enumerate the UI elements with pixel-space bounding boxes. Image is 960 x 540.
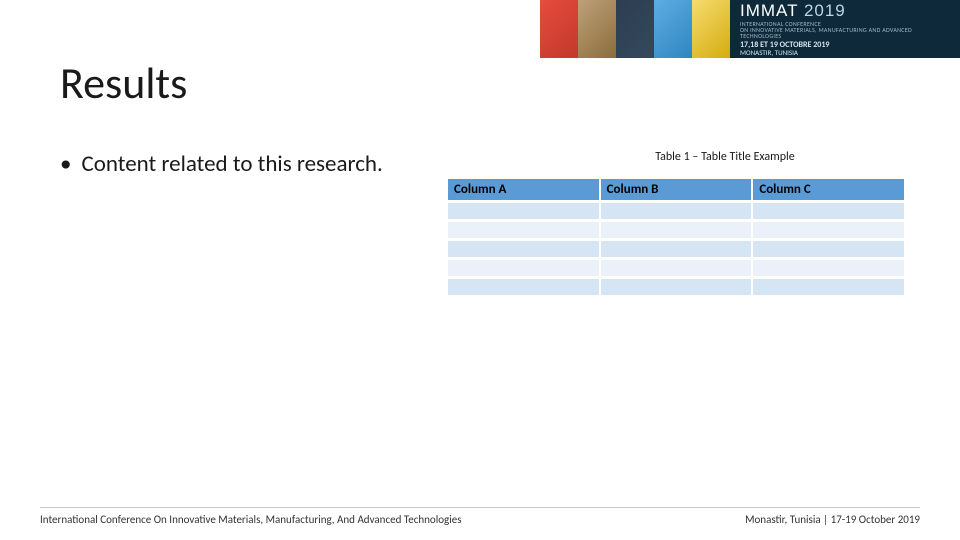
bullet-text: Content related to this research. xyxy=(81,150,382,179)
table-cell xyxy=(753,260,904,276)
table-row xyxy=(448,279,904,295)
table-row xyxy=(448,241,904,257)
banner-title: IMMAT 2019 xyxy=(740,2,950,19)
table-cell xyxy=(448,203,599,219)
table-cell xyxy=(753,279,904,295)
banner-subtitle: ON INNOVATIVE MATERIALS, MANUFACTURING A… xyxy=(740,27,950,39)
table-cell xyxy=(753,222,904,238)
table-row xyxy=(448,260,904,276)
footer-right: Monastir, Tunisia | 17-19 October 2019 xyxy=(745,513,920,526)
table-cell xyxy=(753,203,904,219)
banner-strip-seg xyxy=(654,0,692,58)
table-cell xyxy=(601,260,752,276)
slide: IMMAT 2019 INTERNATIONAL CONFERENCE ON I… xyxy=(0,0,960,540)
table-cell xyxy=(601,279,752,295)
banner-strip-seg xyxy=(692,0,730,58)
table-row xyxy=(448,222,904,238)
table-cell xyxy=(448,260,599,276)
banner-strip xyxy=(540,0,730,58)
conference-banner: IMMAT 2019 INTERNATIONAL CONFERENCE ON I… xyxy=(540,0,960,58)
banner-strip-seg xyxy=(540,0,578,58)
footer-divider xyxy=(40,507,920,508)
table-cell xyxy=(601,222,752,238)
banner-location: MONASTIR, TUNISIA xyxy=(740,49,950,56)
table-cell xyxy=(448,279,599,295)
data-table: Column A Column B Column C xyxy=(446,176,906,298)
banner-strip-seg xyxy=(578,0,616,58)
table-cell xyxy=(448,222,599,238)
table-caption: Table 1 – Table Title Example xyxy=(600,150,850,164)
banner-text: IMMAT 2019 INTERNATIONAL CONFERENCE ON I… xyxy=(730,0,960,58)
table-cell xyxy=(448,241,599,257)
table-row xyxy=(448,203,904,219)
banner-strip-seg xyxy=(616,0,654,58)
table-header: Column A xyxy=(448,179,599,200)
bullet-item: • Content related to this research. xyxy=(60,150,400,179)
table-cell xyxy=(753,241,904,257)
table-header-row: Column A Column B Column C xyxy=(448,179,904,200)
footer-left: International Conference On Innovative M… xyxy=(40,513,462,526)
table-cell xyxy=(601,203,752,219)
bullet-list: • Content related to this research. xyxy=(60,150,400,179)
table-cell xyxy=(601,241,752,257)
bullet-dot-icon: • xyxy=(60,150,71,179)
banner-year: 2019 xyxy=(804,1,846,20)
page-title: Results xyxy=(60,56,187,110)
table-header: Column B xyxy=(601,179,752,200)
banner-brand: IMMAT xyxy=(740,1,798,20)
table-header: Column C xyxy=(753,179,904,200)
